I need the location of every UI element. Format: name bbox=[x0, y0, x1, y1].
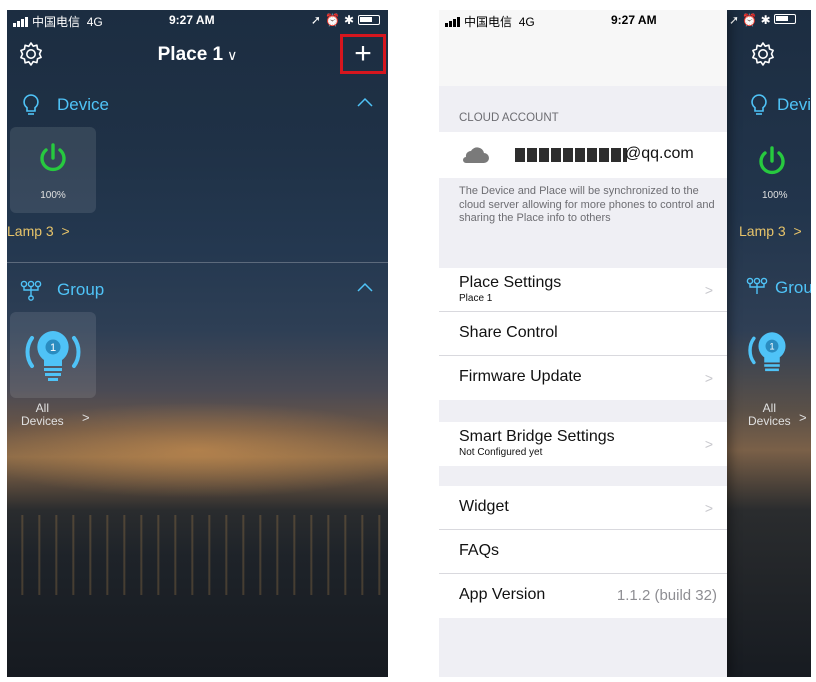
bluetooth-icon: ✱ bbox=[343, 13, 354, 27]
nav-bar: Place 1 ∨ + bbox=[7, 34, 388, 76]
firmware-update-label: Firmware Update bbox=[459, 368, 582, 385]
widget-label: Widget bbox=[459, 498, 509, 515]
peek-device-label: Devic bbox=[777, 95, 811, 114]
chevron-down-icon: ∨ bbox=[227, 47, 238, 63]
share-control-label: Share Control bbox=[459, 324, 558, 341]
add-button[interactable]: + bbox=[340, 34, 386, 74]
signal-icon bbox=[13, 17, 29, 27]
water-reflection bbox=[7, 515, 388, 595]
location-icon: ➚ bbox=[310, 13, 321, 27]
cloud-icon bbox=[463, 147, 489, 163]
email-redacted bbox=[515, 148, 627, 162]
smart-bridge-label: Smart Bridge Settings bbox=[459, 428, 615, 445]
peek-percent: 100% bbox=[762, 190, 788, 201]
settings-drawer: 中国电信 4G 9:27 AM CLOUD ACCOUNT @qq.com Th… bbox=[439, 10, 727, 677]
group-section-label: Group bbox=[57, 280, 105, 299]
caret-up-icon[interactable] bbox=[356, 94, 374, 112]
status-bar: 中国电信 4G 9:27 AM bbox=[439, 10, 727, 30]
sunset-glow bbox=[7, 390, 388, 510]
divider bbox=[7, 262, 388, 263]
chevron-right-icon: > bbox=[61, 223, 70, 239]
cloud-account-label: CLOUD ACCOUNT bbox=[459, 112, 559, 124]
power-icon[interactable] bbox=[755, 144, 789, 178]
device-name: Lamp 3 bbox=[7, 223, 54, 239]
chevron-right-icon[interactable]: > bbox=[799, 410, 807, 425]
group-count-badge: 1 bbox=[769, 342, 774, 353]
chevron-right-icon: > bbox=[704, 370, 713, 386]
faqs-row[interactable]: FAQs bbox=[439, 530, 727, 574]
app-version-row: App Version 1.1.2 (build 32) bbox=[439, 574, 727, 618]
app-version-label: App Version bbox=[459, 586, 546, 603]
app-version-value: 1.1.2 (build 32) bbox=[616, 587, 717, 604]
bulb-icon bbox=[751, 94, 767, 115]
chevron-right-icon: > bbox=[793, 223, 802, 239]
settings-group-2: Smart Bridge Settings Not Configured yet… bbox=[439, 422, 727, 466]
peek-lamp[interactable]: Lamp 3 > bbox=[739, 223, 802, 239]
share-control-row[interactable]: Share Control bbox=[439, 312, 727, 356]
group-section-header[interactable]: Group bbox=[7, 273, 388, 307]
plus-icon: + bbox=[354, 37, 372, 70]
settings-group-3: Widget > FAQs App Version 1.1.2 (build 3… bbox=[439, 486, 727, 618]
gear-icon[interactable] bbox=[749, 40, 777, 68]
group-name-link[interactable]: All Devices bbox=[21, 402, 64, 428]
device-brightness: 100% bbox=[40, 190, 66, 201]
group-icon bbox=[20, 280, 42, 301]
group-count-badge: 1 bbox=[50, 342, 56, 354]
battery-icon bbox=[774, 14, 797, 24]
alarm-icon: ⏰ bbox=[324, 13, 340, 27]
chevron-right-icon[interactable]: > bbox=[82, 410, 90, 425]
cloud-info-text: The Device and Place will be synchronize… bbox=[459, 185, 715, 224]
settings-group-1: Place Settings Place 1 > Share Control F… bbox=[439, 268, 727, 400]
chevron-right-icon: > bbox=[704, 282, 713, 298]
status-right: ➚ ⏰ ✱ bbox=[729, 13, 797, 27]
peek-group-label: Grou bbox=[775, 278, 811, 297]
group-bulb-icon[interactable]: 1 bbox=[24, 326, 82, 384]
status-bar: 中国电信 4G 9:27 AM ➚ ⏰ ✱ bbox=[7, 10, 388, 30]
power-icon[interactable] bbox=[36, 141, 70, 175]
bulb-icon bbox=[23, 94, 39, 115]
group-icon bbox=[746, 277, 768, 294]
group-name-line2: Devices bbox=[21, 414, 64, 428]
place-settings-row[interactable]: Place Settings Place 1 > bbox=[439, 268, 727, 312]
caret-up-icon[interactable] bbox=[356, 279, 374, 297]
place-settings-label: Place Settings bbox=[459, 274, 562, 291]
smart-bridge-row[interactable]: Smart Bridge Settings Not Configured yet… bbox=[439, 422, 727, 466]
group-tile-all-devices[interactable]: 1 bbox=[10, 312, 96, 398]
widget-row[interactable]: Widget > bbox=[439, 486, 727, 530]
battery-icon bbox=[358, 15, 380, 25]
device-section-label: Device bbox=[57, 95, 109, 114]
status-right: ➚ ⏰ ✱ bbox=[311, 13, 380, 27]
carrier: 中国电信 4G bbox=[13, 13, 103, 30]
peek-group-name[interactable]: All Devices bbox=[748, 402, 791, 428]
device-name-link[interactable]: Lamp 3 > bbox=[7, 223, 70, 239]
carrier: 中国电信 4G bbox=[445, 13, 535, 30]
place-settings-value: Place 1 bbox=[459, 293, 493, 304]
group-name-line1: All bbox=[35, 401, 50, 415]
place-title: Place 1 bbox=[157, 44, 224, 65]
device-tile-lamp-3[interactable]: 100% bbox=[10, 127, 96, 213]
group-bulb-icon[interactable]: 1 bbox=[747, 328, 797, 378]
chevron-right-icon: > bbox=[704, 500, 713, 516]
place-selector[interactable]: Place 1 ∨ bbox=[7, 44, 388, 66]
firmware-update-row[interactable]: Firmware Update > bbox=[439, 356, 727, 400]
signal-icon bbox=[445, 17, 461, 27]
email-domain: @qq.com bbox=[625, 145, 694, 162]
status-time: 9:27 AM bbox=[169, 13, 215, 27]
cloud-account-row[interactable]: @qq.com bbox=[439, 132, 727, 178]
faqs-label: FAQs bbox=[459, 542, 500, 559]
phone-screen-home: 中国电信 4G 9:27 AM ➚ ⏰ ✱ Place 1∨ + Device bbox=[7, 10, 388, 677]
chevron-right-icon: > bbox=[704, 436, 713, 452]
device-section-header[interactable]: Device bbox=[7, 88, 388, 122]
home-screen-peek: ➚ ⏰ ✱ Devic 100% Lamp 3 > Grou bbox=[729, 10, 811, 677]
status-time: 9:27 AM bbox=[611, 13, 657, 27]
phone-screen-settings: ➚ ⏰ ✱ Devic 100% Lamp 3 > Grou bbox=[439, 10, 811, 677]
smart-bridge-value: Not Configured yet bbox=[459, 447, 543, 458]
